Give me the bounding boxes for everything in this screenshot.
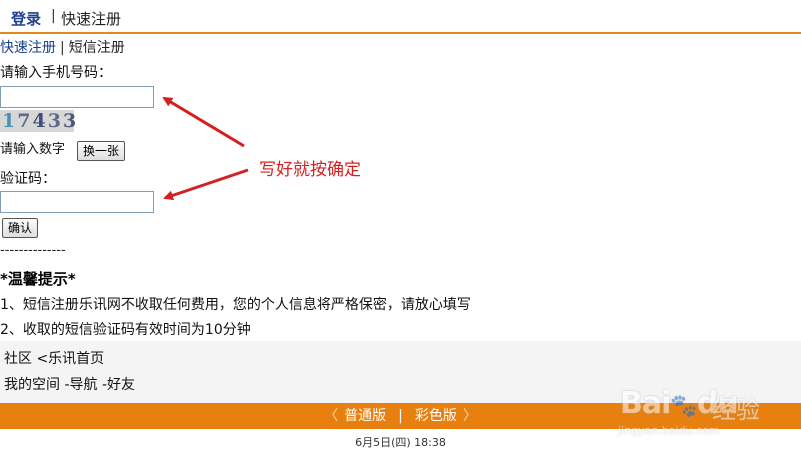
annotation-label: 写好就按确定 <box>259 160 361 180</box>
arrow-to-code-input <box>163 168 249 201</box>
watermark-url: jingyan.baidu.com <box>618 424 720 437</box>
watermark-jingyan: 经验 <box>712 396 760 424</box>
arrow-to-phone-input <box>162 96 245 148</box>
baidu-jingyan-watermark: Bai🐾du 经验 jingyan.baidu.com <box>612 372 792 442</box>
